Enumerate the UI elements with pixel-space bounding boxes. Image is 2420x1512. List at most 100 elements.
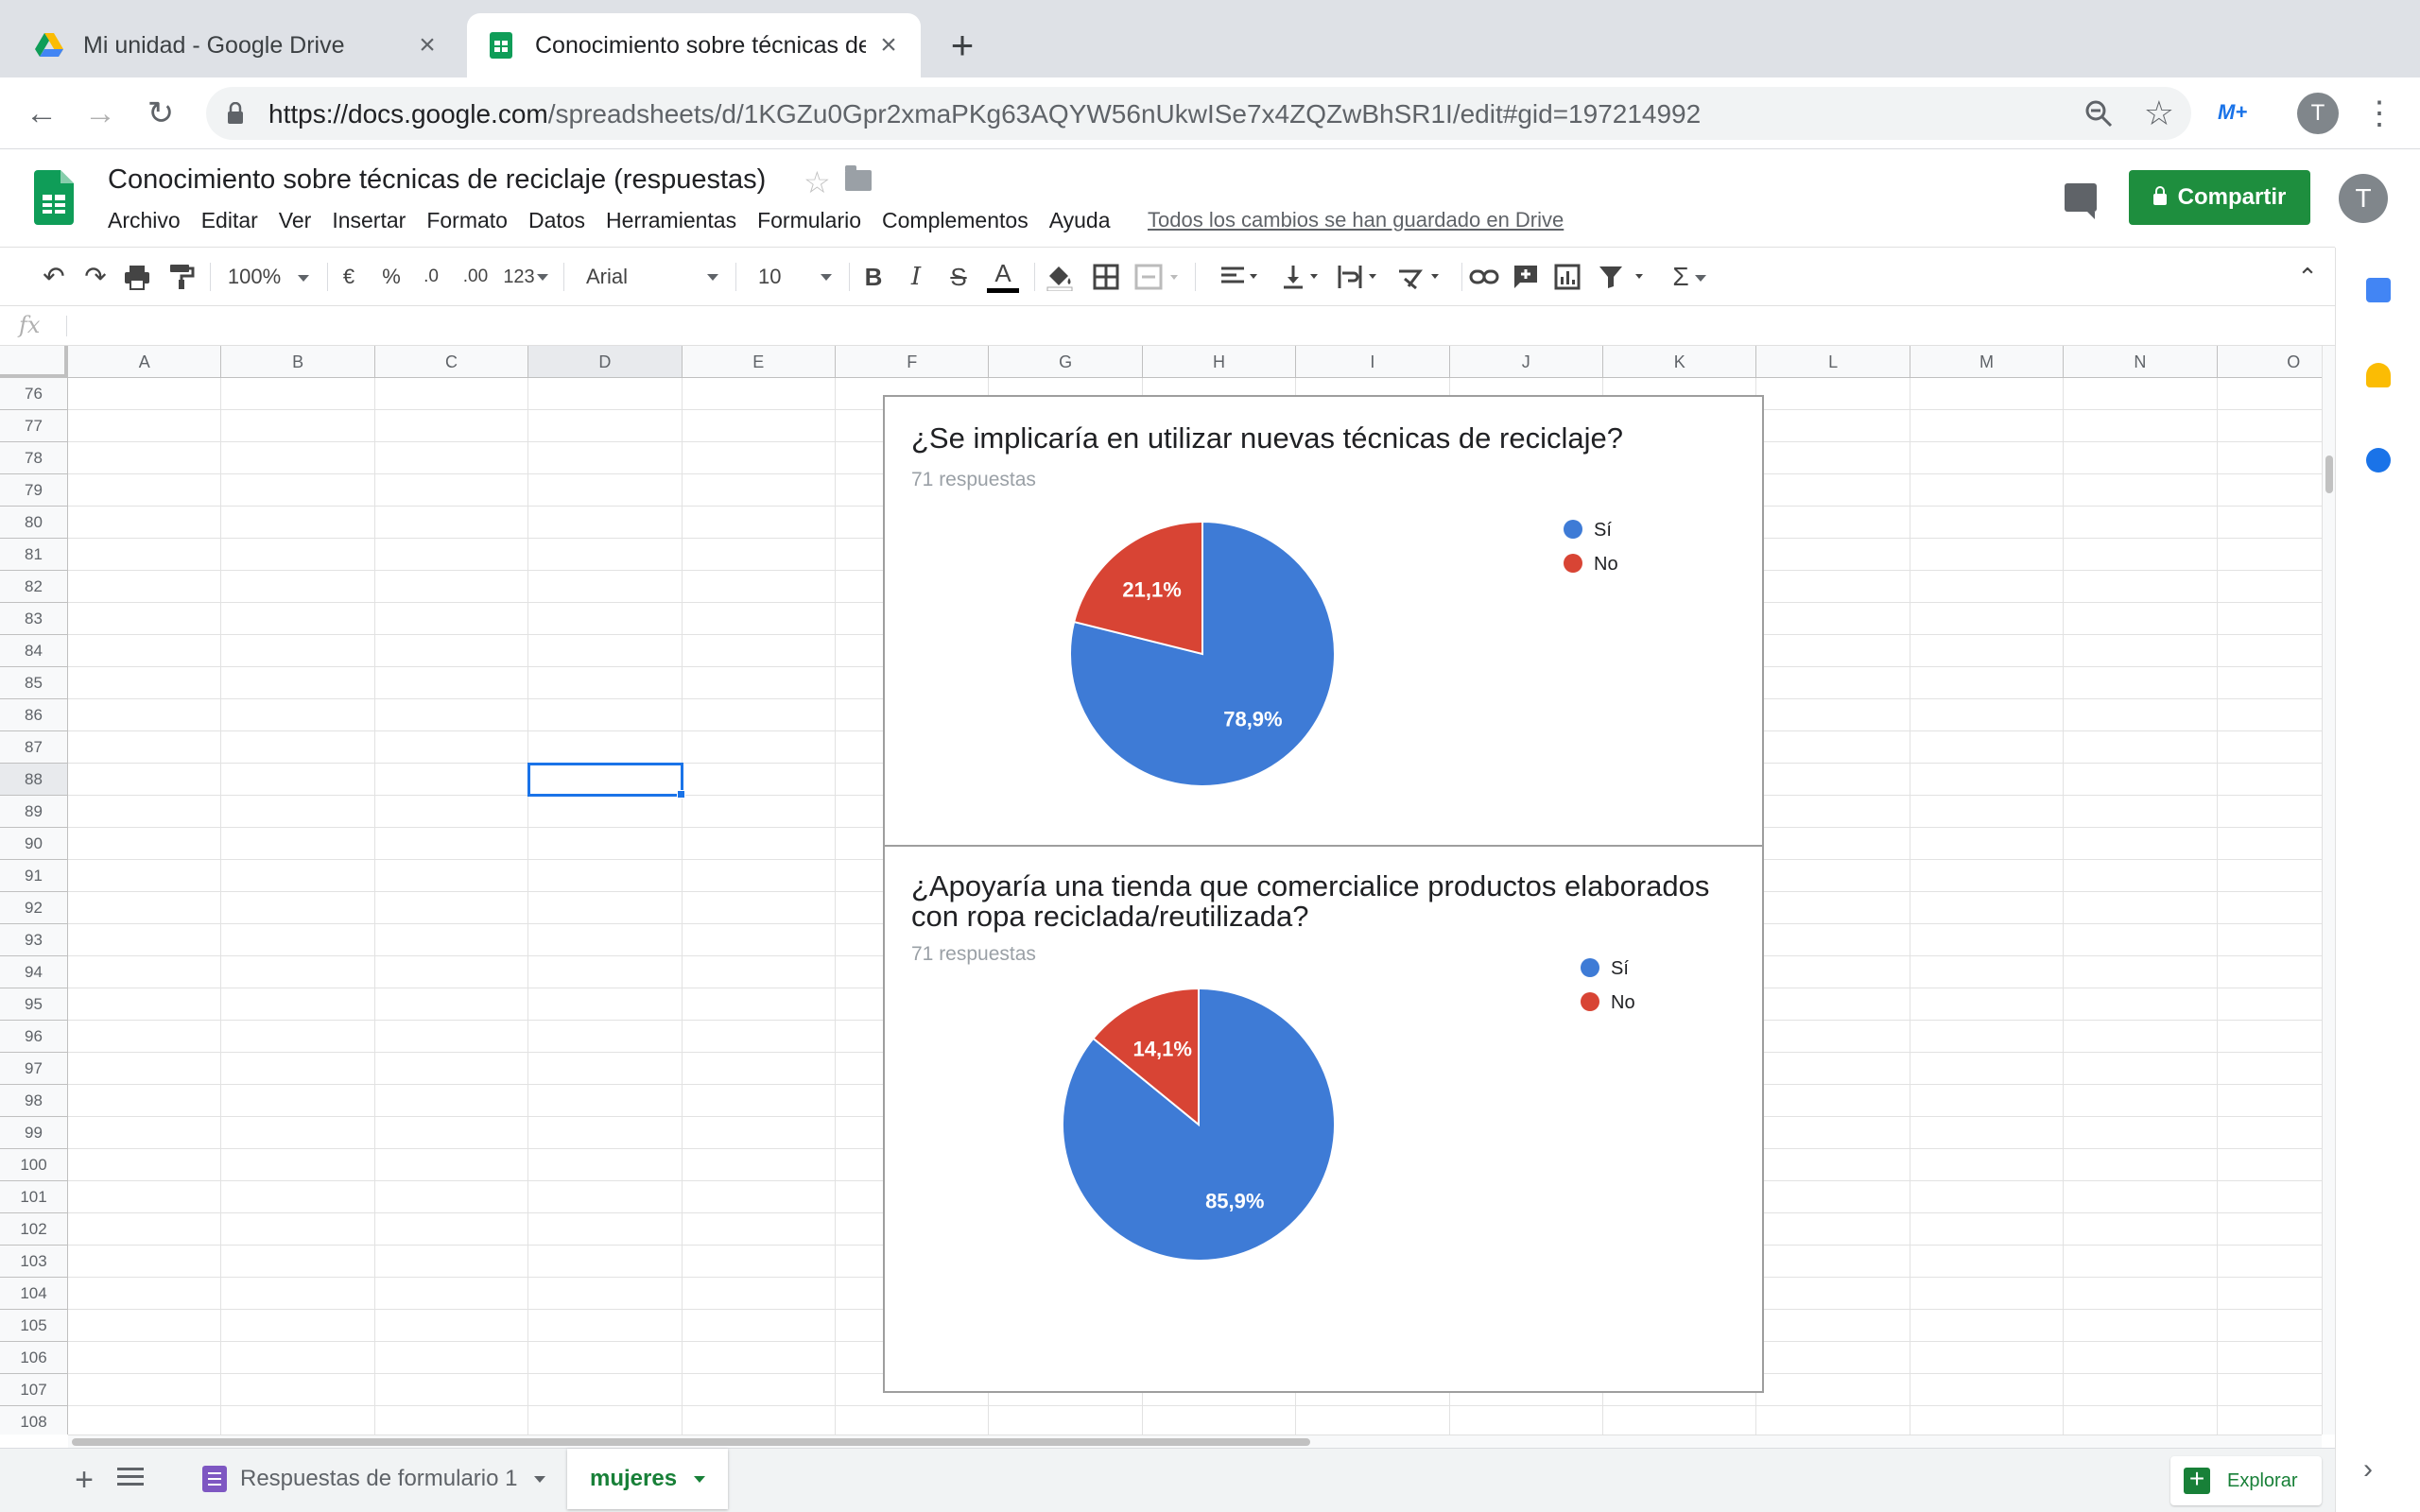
vertical-scrollbar[interactable] [2322,346,2335,1435]
row-header-105[interactable]: 105 [0,1310,68,1342]
sheet-tab-mujeres[interactable]: mujeres [567,1449,729,1509]
filter-icon[interactable] [1598,264,1652,290]
row-header-106[interactable]: 106 [0,1342,68,1374]
menu-ayuda[interactable]: Ayuda [1049,208,1111,233]
select-all-corner[interactable] [0,346,68,378]
pie-chart-card[interactable]: ¿Se implicaría en utilizar nuevas técnic… [883,395,1764,847]
row-header-107[interactable]: 107 [0,1374,68,1406]
column-header-j[interactable]: J [1449,346,1603,378]
add-sheet-button[interactable]: + [68,1464,100,1496]
functions-button[interactable]: Σ [1666,259,1713,295]
row-header-98[interactable]: 98 [0,1085,68,1117]
row-header-90[interactable]: 90 [0,828,68,860]
reload-icon[interactable]: ↻ [142,94,180,132]
redo-icon[interactable]: ↷ [79,259,112,295]
row-header-92[interactable]: 92 [0,892,68,924]
column-header-n[interactable]: N [2064,346,2218,378]
menu-formulario[interactable]: Formulario [757,208,861,233]
column-header-k[interactable]: K [1603,346,1757,378]
row-header-84[interactable]: 84 [0,635,68,667]
menu-insertar[interactable]: Insertar [332,208,406,233]
increase-decimal-button[interactable]: .00 [458,259,493,295]
url-input[interactable]: https://docs.google.com/spreadsheets/d/1… [206,87,2191,140]
sheet-tab-respuestas[interactable]: Respuestas de formulario 1 [180,1449,568,1509]
vertical-align-icon[interactable] [1280,264,1323,290]
text-rotation-icon[interactable] [1395,264,1446,290]
browser-menu-icon[interactable]: ⋮ [2363,93,2395,134]
menu-formato[interactable]: Formato [426,208,508,233]
sheets-logo-icon[interactable] [34,170,74,225]
row-header-101[interactable]: 101 [0,1181,68,1213]
active-cell[interactable] [527,763,685,799]
row-header-99[interactable]: 99 [0,1117,68,1149]
print-icon[interactable] [123,263,151,291]
horizontal-scrollbar[interactable] [68,1435,2322,1448]
text-wrapping-icon[interactable] [1337,264,1382,290]
row-header-81[interactable]: 81 [0,539,68,571]
row-header-85[interactable]: 85 [0,667,68,699]
merge-cells-icon[interactable] [1134,264,1182,290]
column-header-a[interactable]: A [68,346,222,378]
horizontal-align-icon[interactable] [1219,264,1263,290]
text-color-button[interactable]: A [987,259,1019,293]
tasks-icon[interactable] [2366,448,2391,472]
extension-icon[interactable]: M+ [2218,100,2247,125]
zoom-select[interactable]: 100% [223,259,314,295]
close-tab-icon[interactable]: × [875,31,902,60]
column-header-d[interactable]: D [528,346,683,378]
bookmark-star-icon[interactable]: ☆ [2144,94,2174,132]
account-avatar[interactable]: T [2339,174,2388,223]
row-header-97[interactable]: 97 [0,1053,68,1085]
font-size-select[interactable]: 10 [747,259,836,295]
keep-icon[interactable] [2366,363,2391,387]
percent-format-button[interactable]: % [380,259,403,295]
all-sheets-icon[interactable] [117,1468,144,1492]
explore-button[interactable]: Explorar [2170,1456,2322,1505]
pie-chart-card[interactable]: ¿Apoyaría una tienda que comercialice pr… [883,845,1764,1393]
comment-icon[interactable] [2065,183,2097,219]
borders-icon[interactable] [1093,264,1119,290]
tab-google-drive[interactable]: Mi unidad - Google Drive × [15,13,459,77]
menu-datos[interactable]: Datos [528,208,585,233]
column-header-b[interactable]: B [221,346,375,378]
row-header-102[interactable]: 102 [0,1213,68,1246]
forward-arrow-icon[interactable]: → [81,94,119,132]
folder-icon[interactable] [845,165,872,191]
italic-button[interactable]: I [904,259,928,295]
profile-avatar[interactable]: T [2297,93,2339,134]
decrease-decimal-button[interactable]: .0 [416,259,446,295]
column-header-l[interactable]: L [1756,346,1910,378]
row-header-95[interactable]: 95 [0,988,68,1021]
row-header-93[interactable]: 93 [0,924,68,956]
back-arrow-icon[interactable]: ← [23,94,60,132]
paint-format-icon[interactable] [168,263,195,291]
row-header-108[interactable]: 108 [0,1406,68,1435]
row-header-86[interactable]: 86 [0,699,68,731]
tab-spreadsheet[interactable]: Conocimiento sobre técnicas de reciclaje… [467,13,921,77]
currency-format-button[interactable]: € [338,259,359,295]
spreadsheet-grid[interactable]: ABCDEFGHIJKLMNO 76 77 78 79 80 81 82 83 84 85 86 87… [0,346,2322,1435]
save-status-link[interactable]: Todos los cambios se han guardado en Dri… [1148,208,1564,232]
expand-side-panel-icon[interactable]: › [2363,1453,2373,1486]
menu-herramientas[interactable]: Herramientas [606,208,736,233]
row-header-77[interactable]: 77 [0,410,68,442]
column-header-g[interactable]: G [989,346,1143,378]
fill-color-icon[interactable] [1046,263,1074,291]
row-header-80[interactable]: 80 [0,507,68,539]
zoom-out-icon[interactable] [2083,98,2114,129]
font-family-select[interactable]: Arial [579,259,722,295]
row-header-103[interactable]: 103 [0,1246,68,1278]
row-header-78[interactable]: 78 [0,442,68,474]
row-header-94[interactable]: 94 [0,956,68,988]
document-title[interactable]: Conocimiento sobre técnicas de reciclaje… [108,164,766,196]
row-header-76[interactable]: 76 [0,378,68,410]
calendar-icon[interactable] [2366,278,2391,302]
strikethrough-button[interactable]: S [945,259,972,295]
more-formats-button[interactable]: 123 [501,259,550,295]
row-header-96[interactable]: 96 [0,1021,68,1053]
column-header-e[interactable]: E [682,346,836,378]
collapse-toolbar-icon[interactable]: ⌃ [2291,259,2324,295]
column-header-m[interactable]: M [1910,346,2065,378]
row-header-100[interactable]: 100 [0,1149,68,1181]
row-header-83[interactable]: 83 [0,603,68,635]
